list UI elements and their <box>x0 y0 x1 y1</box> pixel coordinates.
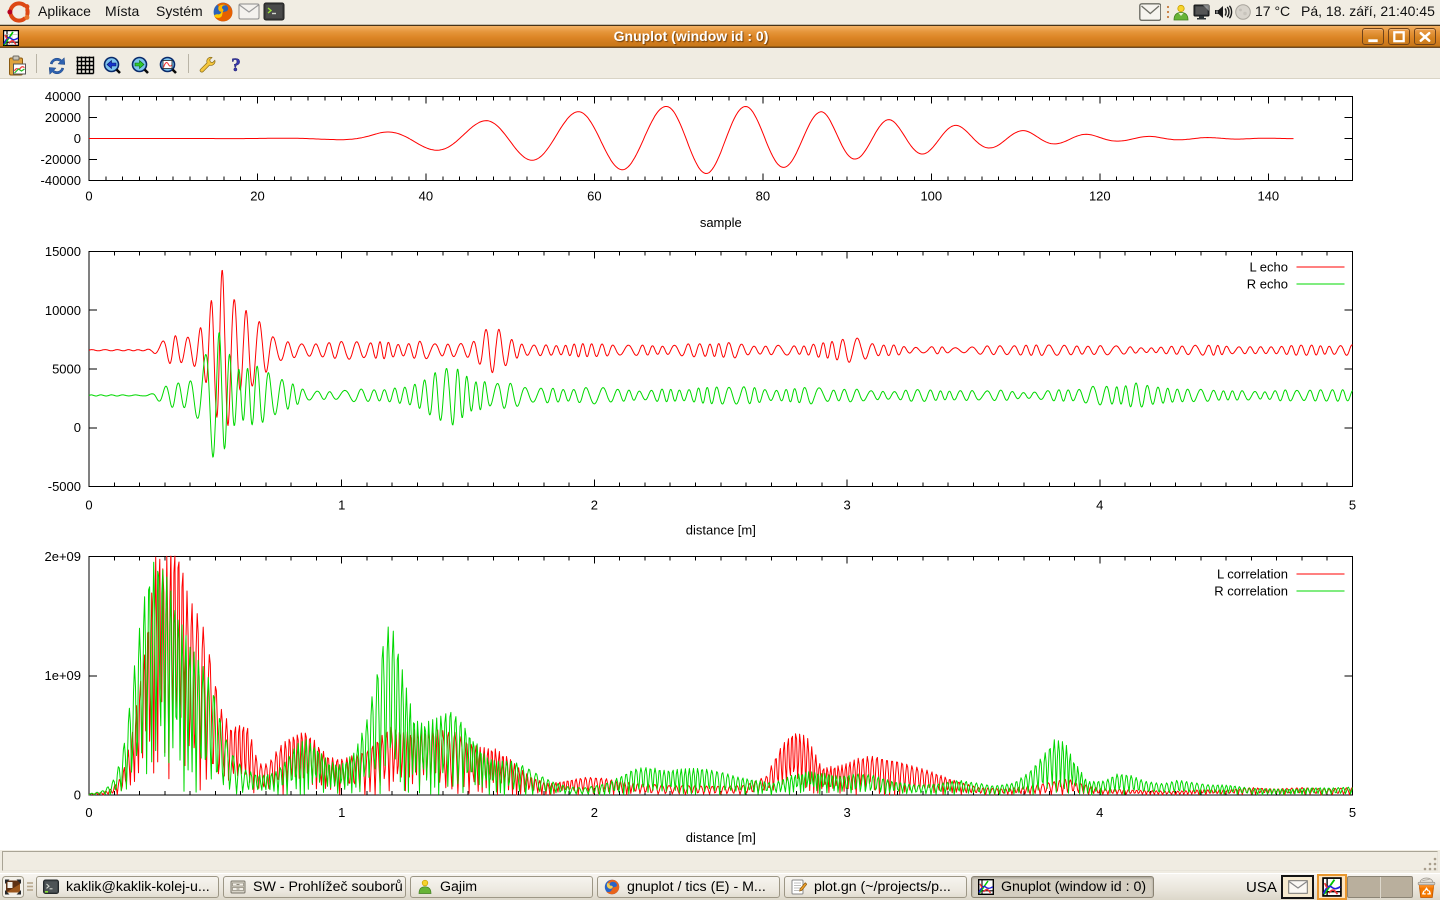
svg-text:2e+09: 2e+09 <box>44 549 81 564</box>
svg-text:L correlation: L correlation <box>1217 567 1288 582</box>
svg-text:4: 4 <box>1096 805 1103 820</box>
svg-text:20: 20 <box>250 189 264 204</box>
svg-text:5000: 5000 <box>52 362 81 377</box>
svg-text:0: 0 <box>74 131 81 146</box>
svg-text:60: 60 <box>587 189 601 204</box>
svg-text:0: 0 <box>85 189 92 204</box>
svg-text:distance [m]: distance [m] <box>686 523 756 538</box>
svg-text:1: 1 <box>338 805 345 820</box>
svg-text:2: 2 <box>591 498 598 513</box>
svg-text:140: 140 <box>1257 189 1279 204</box>
svg-text:R echo: R echo <box>1247 277 1288 292</box>
svg-text:120: 120 <box>1089 189 1111 204</box>
svg-text:2: 2 <box>591 805 598 820</box>
svg-text:1: 1 <box>338 498 345 513</box>
svg-text:100: 100 <box>920 189 942 204</box>
svg-text:80: 80 <box>756 189 770 204</box>
svg-text:-20000: -20000 <box>41 152 81 167</box>
svg-text:R correlation: R correlation <box>1214 584 1288 599</box>
svg-text:15000: 15000 <box>45 244 81 259</box>
svg-text:-5000: -5000 <box>48 479 81 494</box>
svg-text:10000: 10000 <box>45 303 81 318</box>
svg-text:20000: 20000 <box>45 110 81 125</box>
svg-text:0: 0 <box>74 420 81 435</box>
svg-text:4: 4 <box>1096 498 1103 513</box>
svg-text:5: 5 <box>1349 498 1356 513</box>
svg-text:0: 0 <box>85 805 92 820</box>
svg-text:3: 3 <box>843 805 850 820</box>
svg-text:40000: 40000 <box>45 89 81 104</box>
svg-text:L echo: L echo <box>1249 260 1288 275</box>
svg-text:distance [m]: distance [m] <box>686 830 756 845</box>
svg-text:0: 0 <box>74 788 81 803</box>
svg-text:sample: sample <box>700 215 742 230</box>
svg-text:-40000: -40000 <box>41 173 81 188</box>
svg-text:1e+09: 1e+09 <box>44 668 81 683</box>
svg-text:?: ? <box>231 55 241 76</box>
svg-text:3: 3 <box>843 498 850 513</box>
svg-text:5: 5 <box>1349 805 1356 820</box>
svg-text:40: 40 <box>419 189 433 204</box>
svg-text:0: 0 <box>85 498 92 513</box>
